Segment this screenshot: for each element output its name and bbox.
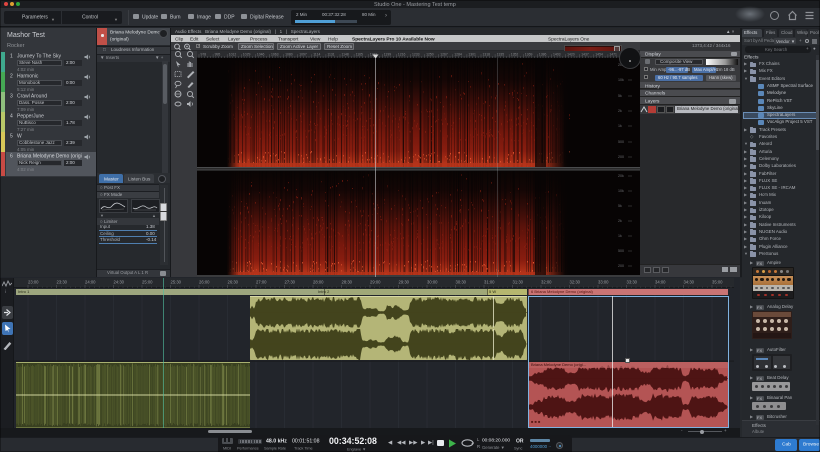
svg-text:31:30: 31:30: [513, 280, 524, 285]
svg-text:1386: 1386: [539, 52, 547, 56]
svg-text:5k: 5k: [618, 94, 622, 98]
svg-text:27:00: 27:00: [256, 280, 267, 285]
svg-text:1454: 1454: [595, 52, 603, 56]
svg-text:5k: 5k: [618, 204, 622, 208]
svg-text:31:00: 31:00: [484, 280, 495, 285]
svg-text:34:00: 34:00: [655, 280, 666, 285]
svg-text:978: 978: [201, 52, 207, 56]
svg-text:1284: 1284: [454, 52, 462, 56]
svg-text:28:30: 28:30: [342, 280, 353, 285]
svg-text:24:30: 24:30: [114, 280, 125, 285]
svg-text:25:00: 25:00: [142, 280, 153, 285]
svg-text:1471: 1471: [609, 52, 617, 56]
svg-text:1403: 1403: [553, 52, 561, 56]
svg-text:26:30: 26:30: [228, 280, 239, 285]
svg-text:200: 200: [618, 264, 624, 268]
svg-text:2k: 2k: [618, 109, 622, 113]
svg-text:23:30: 23:30: [57, 280, 68, 285]
svg-text:1029: 1029: [243, 52, 251, 56]
svg-text:1080: 1080: [285, 52, 293, 56]
svg-text:10k: 10k: [618, 189, 624, 193]
svg-text:1267: 1267: [440, 52, 448, 56]
svg-text:32:00: 32:00: [541, 280, 552, 285]
svg-text:1335: 1335: [497, 52, 505, 56]
svg-text:30:30: 30:30: [456, 280, 467, 285]
svg-text:1k: 1k: [618, 124, 622, 128]
svg-text:500: 500: [618, 249, 624, 253]
svg-text:1420: 1420: [567, 52, 575, 56]
svg-text:10k: 10k: [618, 78, 624, 82]
svg-text:34:30: 34:30: [684, 280, 695, 285]
svg-text:1114: 1114: [313, 52, 320, 56]
svg-text:20k: 20k: [618, 174, 624, 178]
svg-text:1097: 1097: [299, 52, 307, 56]
svg-text:1148: 1148: [342, 52, 349, 56]
svg-text:1352: 1352: [511, 52, 519, 56]
svg-text:24:00: 24:00: [85, 280, 96, 285]
svg-text:1063: 1063: [271, 52, 279, 56]
svg-text:29:30: 29:30: [399, 280, 410, 285]
svg-text:1437: 1437: [581, 52, 589, 56]
svg-text:23:00: 23:00: [28, 280, 39, 285]
svg-text:1301: 1301: [468, 52, 476, 56]
svg-text:30:00: 30:00: [427, 280, 438, 285]
svg-text:25:30: 25:30: [171, 280, 182, 285]
svg-text:500: 500: [618, 140, 624, 144]
svg-text:2k: 2k: [618, 219, 622, 223]
svg-text:1046: 1046: [257, 52, 265, 56]
svg-text:1131: 1131: [327, 52, 334, 56]
svg-text:1012: 1012: [229, 52, 237, 56]
svg-text:26:00: 26:00: [199, 280, 210, 285]
svg-text:1216: 1216: [398, 52, 406, 56]
svg-text:1250: 1250: [426, 52, 434, 56]
svg-text:1369: 1369: [525, 52, 533, 56]
svg-text:33:30: 33:30: [627, 280, 638, 285]
svg-text:35:00: 35:00: [712, 280, 723, 285]
svg-text:28:00: 28:00: [313, 280, 324, 285]
svg-text:33:00: 33:00: [598, 280, 609, 285]
svg-text:1199: 1199: [384, 52, 391, 56]
svg-text:995: 995: [215, 52, 221, 56]
svg-text:200: 200: [618, 155, 624, 159]
svg-text:1k: 1k: [618, 234, 622, 238]
svg-text:1165: 1165: [356, 52, 363, 56]
svg-text:27:30: 27:30: [285, 280, 296, 285]
svg-text:29:00: 29:00: [370, 280, 381, 285]
svg-text:1318: 1318: [483, 52, 491, 56]
svg-text:32:30: 32:30: [570, 280, 581, 285]
svg-text:1233: 1233: [412, 52, 420, 56]
